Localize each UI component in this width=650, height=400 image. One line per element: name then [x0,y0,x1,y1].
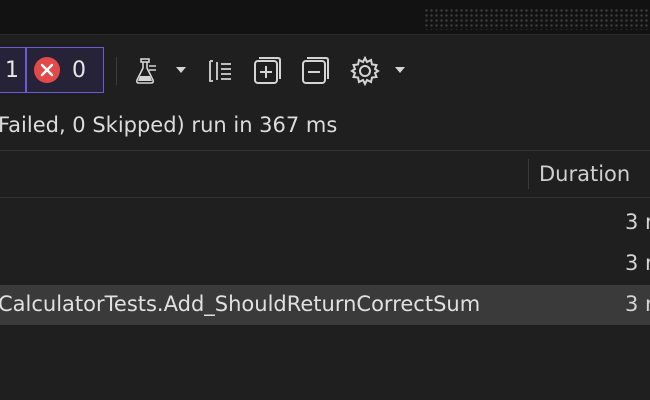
group-by-icon [209,60,231,82]
grid-header: Duration [0,151,650,197]
x-circle-icon [34,57,60,83]
test-run-summary: Failed, 0 Skipped) run in 367 ms [0,113,338,137]
playlist-button[interactable] [130,55,164,87]
collapse-all-button[interactable] [298,55,332,87]
failed-filter-button[interactable]: 0 [26,47,104,93]
test-duration: 3 r [625,251,650,275]
toolbar-separator [116,57,117,85]
column-resize-handle[interactable] [528,159,529,189]
drag-grip[interactable] [424,8,650,30]
test-duration: 3 r [625,210,650,234]
settings-dropdown-caret[interactable] [395,67,405,73]
passed-count: 1 [5,57,19,83]
expand-all-icon [254,57,281,84]
test-explorer-toolbar: 1 0 [0,47,650,95]
collapse-all-icon [302,57,329,84]
title-bar [0,0,650,34]
flask-playlist-icon [135,58,156,84]
test-row[interactable]: 3 r [0,203,650,243]
gear-icon [350,55,380,87]
playlist-dropdown-caret[interactable] [176,67,186,73]
column-header-duration[interactable]: Duration [539,162,630,186]
test-row[interactable]: 3 r [0,244,650,284]
test-duration: 3 r [625,292,650,316]
settings-button[interactable] [348,55,382,87]
expand-all-button[interactable] [250,55,284,87]
failed-count: 0 [72,57,86,83]
test-name: CalculatorTests.Add_ShouldReturnCorrectS… [0,292,481,316]
group-by-button[interactable] [203,55,237,87]
divider [0,197,650,198]
test-row-selected[interactable]: CalculatorTests.Add_ShouldReturnCorrectS… [0,285,650,325]
divider [0,34,650,35]
passed-filter-button[interactable]: 1 [0,47,26,93]
